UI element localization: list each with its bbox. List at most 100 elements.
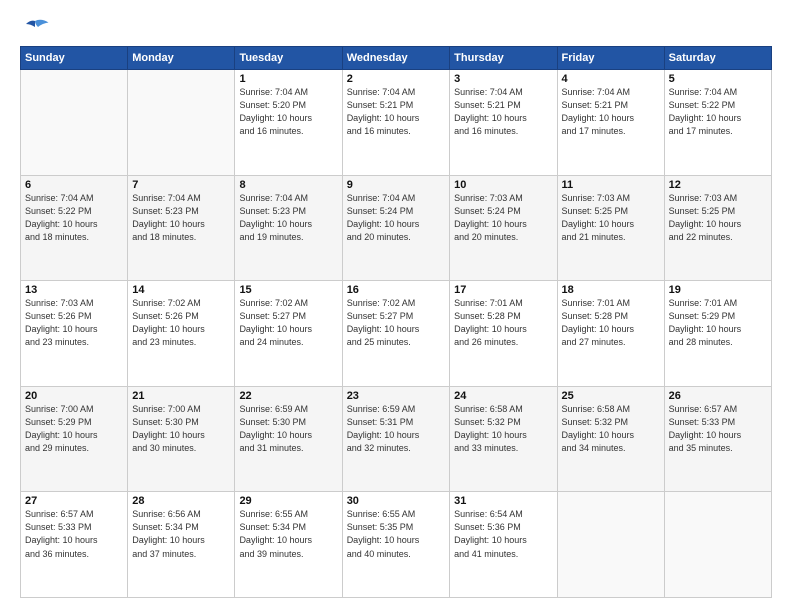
weekday-header-monday: Monday bbox=[128, 47, 235, 70]
calendar-cell: 8Sunrise: 7:04 AM Sunset: 5:23 PM Daylig… bbox=[235, 175, 342, 281]
calendar-cell: 30Sunrise: 6:55 AM Sunset: 5:35 PM Dayli… bbox=[342, 492, 449, 598]
day-number: 7 bbox=[132, 179, 230, 191]
day-number: 19 bbox=[669, 284, 767, 296]
day-info: Sunrise: 6:55 AM Sunset: 5:34 PM Dayligh… bbox=[239, 508, 337, 560]
day-number: 4 bbox=[562, 73, 660, 85]
week-row-1: 1Sunrise: 7:04 AM Sunset: 5:20 PM Daylig… bbox=[21, 70, 772, 176]
day-number: 16 bbox=[347, 284, 445, 296]
calendar-cell: 7Sunrise: 7:04 AM Sunset: 5:23 PM Daylig… bbox=[128, 175, 235, 281]
day-info: Sunrise: 7:00 AM Sunset: 5:29 PM Dayligh… bbox=[25, 403, 123, 455]
calendar-cell: 9Sunrise: 7:04 AM Sunset: 5:24 PM Daylig… bbox=[342, 175, 449, 281]
page: SundayMondayTuesdayWednesdayThursdayFrid… bbox=[0, 0, 792, 612]
day-number: 10 bbox=[454, 179, 552, 191]
day-number: 30 bbox=[347, 495, 445, 507]
calendar-cell: 26Sunrise: 6:57 AM Sunset: 5:33 PM Dayli… bbox=[664, 386, 771, 492]
day-info: Sunrise: 7:04 AM Sunset: 5:23 PM Dayligh… bbox=[132, 192, 230, 244]
calendar-cell bbox=[21, 70, 128, 176]
weekday-header-row: SundayMondayTuesdayWednesdayThursdayFrid… bbox=[21, 47, 772, 70]
day-info: Sunrise: 6:59 AM Sunset: 5:31 PM Dayligh… bbox=[347, 403, 445, 455]
weekday-header-saturday: Saturday bbox=[664, 47, 771, 70]
weekday-header-wednesday: Wednesday bbox=[342, 47, 449, 70]
day-info: Sunrise: 6:59 AM Sunset: 5:30 PM Dayligh… bbox=[239, 403, 337, 455]
week-row-5: 27Sunrise: 6:57 AM Sunset: 5:33 PM Dayli… bbox=[21, 492, 772, 598]
calendar-cell: 19Sunrise: 7:01 AM Sunset: 5:29 PM Dayli… bbox=[664, 281, 771, 387]
calendar-cell: 25Sunrise: 6:58 AM Sunset: 5:32 PM Dayli… bbox=[557, 386, 664, 492]
day-number: 2 bbox=[347, 73, 445, 85]
day-number: 28 bbox=[132, 495, 230, 507]
day-number: 26 bbox=[669, 390, 767, 402]
calendar-cell: 24Sunrise: 6:58 AM Sunset: 5:32 PM Dayli… bbox=[450, 386, 557, 492]
day-number: 12 bbox=[669, 179, 767, 191]
calendar-cell: 28Sunrise: 6:56 AM Sunset: 5:34 PM Dayli… bbox=[128, 492, 235, 598]
day-info: Sunrise: 7:04 AM Sunset: 5:21 PM Dayligh… bbox=[454, 86, 552, 138]
calendar-cell: 23Sunrise: 6:59 AM Sunset: 5:31 PM Dayli… bbox=[342, 386, 449, 492]
header bbox=[20, 18, 772, 36]
calendar-cell: 10Sunrise: 7:03 AM Sunset: 5:24 PM Dayli… bbox=[450, 175, 557, 281]
day-number: 1 bbox=[239, 73, 337, 85]
day-info: Sunrise: 7:04 AM Sunset: 5:21 PM Dayligh… bbox=[347, 86, 445, 138]
day-info: Sunrise: 7:01 AM Sunset: 5:28 PM Dayligh… bbox=[454, 297, 552, 349]
week-row-2: 6Sunrise: 7:04 AM Sunset: 5:22 PM Daylig… bbox=[21, 175, 772, 281]
weekday-header-thursday: Thursday bbox=[450, 47, 557, 70]
weekday-header-tuesday: Tuesday bbox=[235, 47, 342, 70]
calendar-cell: 4Sunrise: 7:04 AM Sunset: 5:21 PM Daylig… bbox=[557, 70, 664, 176]
day-info: Sunrise: 7:04 AM Sunset: 5:22 PM Dayligh… bbox=[669, 86, 767, 138]
calendar-cell: 21Sunrise: 7:00 AM Sunset: 5:30 PM Dayli… bbox=[128, 386, 235, 492]
day-number: 21 bbox=[132, 390, 230, 402]
day-info: Sunrise: 6:56 AM Sunset: 5:34 PM Dayligh… bbox=[132, 508, 230, 560]
day-info: Sunrise: 7:00 AM Sunset: 5:30 PM Dayligh… bbox=[132, 403, 230, 455]
calendar-cell: 6Sunrise: 7:04 AM Sunset: 5:22 PM Daylig… bbox=[21, 175, 128, 281]
calendar-table: SundayMondayTuesdayWednesdayThursdayFrid… bbox=[20, 46, 772, 598]
day-info: Sunrise: 7:04 AM Sunset: 5:23 PM Dayligh… bbox=[239, 192, 337, 244]
calendar-cell: 14Sunrise: 7:02 AM Sunset: 5:26 PM Dayli… bbox=[128, 281, 235, 387]
day-info: Sunrise: 6:58 AM Sunset: 5:32 PM Dayligh… bbox=[562, 403, 660, 455]
day-info: Sunrise: 7:03 AM Sunset: 5:24 PM Dayligh… bbox=[454, 192, 552, 244]
day-info: Sunrise: 6:58 AM Sunset: 5:32 PM Dayligh… bbox=[454, 403, 552, 455]
day-number: 3 bbox=[454, 73, 552, 85]
day-number: 31 bbox=[454, 495, 552, 507]
day-number: 17 bbox=[454, 284, 552, 296]
day-number: 13 bbox=[25, 284, 123, 296]
logo-bird-icon bbox=[20, 18, 50, 36]
weekday-header-sunday: Sunday bbox=[21, 47, 128, 70]
day-number: 20 bbox=[25, 390, 123, 402]
day-number: 14 bbox=[132, 284, 230, 296]
day-number: 24 bbox=[454, 390, 552, 402]
calendar-cell: 11Sunrise: 7:03 AM Sunset: 5:25 PM Dayli… bbox=[557, 175, 664, 281]
calendar-cell: 18Sunrise: 7:01 AM Sunset: 5:28 PM Dayli… bbox=[557, 281, 664, 387]
calendar-cell: 17Sunrise: 7:01 AM Sunset: 5:28 PM Dayli… bbox=[450, 281, 557, 387]
day-number: 29 bbox=[239, 495, 337, 507]
calendar-cell: 15Sunrise: 7:02 AM Sunset: 5:27 PM Dayli… bbox=[235, 281, 342, 387]
calendar-cell: 22Sunrise: 6:59 AM Sunset: 5:30 PM Dayli… bbox=[235, 386, 342, 492]
day-number: 9 bbox=[347, 179, 445, 191]
day-info: Sunrise: 7:02 AM Sunset: 5:27 PM Dayligh… bbox=[239, 297, 337, 349]
day-info: Sunrise: 7:03 AM Sunset: 5:25 PM Dayligh… bbox=[669, 192, 767, 244]
calendar-cell: 1Sunrise: 7:04 AM Sunset: 5:20 PM Daylig… bbox=[235, 70, 342, 176]
day-number: 15 bbox=[239, 284, 337, 296]
day-info: Sunrise: 7:01 AM Sunset: 5:28 PM Dayligh… bbox=[562, 297, 660, 349]
calendar-cell: 5Sunrise: 7:04 AM Sunset: 5:22 PM Daylig… bbox=[664, 70, 771, 176]
week-row-4: 20Sunrise: 7:00 AM Sunset: 5:29 PM Dayli… bbox=[21, 386, 772, 492]
day-number: 6 bbox=[25, 179, 123, 191]
week-row-3: 13Sunrise: 7:03 AM Sunset: 5:26 PM Dayli… bbox=[21, 281, 772, 387]
day-info: Sunrise: 6:55 AM Sunset: 5:35 PM Dayligh… bbox=[347, 508, 445, 560]
calendar-cell bbox=[557, 492, 664, 598]
day-info: Sunrise: 6:57 AM Sunset: 5:33 PM Dayligh… bbox=[25, 508, 123, 560]
calendar-cell: 27Sunrise: 6:57 AM Sunset: 5:33 PM Dayli… bbox=[21, 492, 128, 598]
day-number: 23 bbox=[347, 390, 445, 402]
day-info: Sunrise: 6:54 AM Sunset: 5:36 PM Dayligh… bbox=[454, 508, 552, 560]
day-info: Sunrise: 7:01 AM Sunset: 5:29 PM Dayligh… bbox=[669, 297, 767, 349]
calendar-cell: 29Sunrise: 6:55 AM Sunset: 5:34 PM Dayli… bbox=[235, 492, 342, 598]
day-number: 18 bbox=[562, 284, 660, 296]
day-info: Sunrise: 7:04 AM Sunset: 5:24 PM Dayligh… bbox=[347, 192, 445, 244]
day-info: Sunrise: 6:57 AM Sunset: 5:33 PM Dayligh… bbox=[669, 403, 767, 455]
calendar-cell: 2Sunrise: 7:04 AM Sunset: 5:21 PM Daylig… bbox=[342, 70, 449, 176]
calendar-cell: 3Sunrise: 7:04 AM Sunset: 5:21 PM Daylig… bbox=[450, 70, 557, 176]
calendar-cell: 20Sunrise: 7:00 AM Sunset: 5:29 PM Dayli… bbox=[21, 386, 128, 492]
calendar-cell: 13Sunrise: 7:03 AM Sunset: 5:26 PM Dayli… bbox=[21, 281, 128, 387]
day-number: 8 bbox=[239, 179, 337, 191]
calendar-cell: 16Sunrise: 7:02 AM Sunset: 5:27 PM Dayli… bbox=[342, 281, 449, 387]
calendar-cell bbox=[128, 70, 235, 176]
day-info: Sunrise: 7:03 AM Sunset: 5:25 PM Dayligh… bbox=[562, 192, 660, 244]
day-number: 25 bbox=[562, 390, 660, 402]
